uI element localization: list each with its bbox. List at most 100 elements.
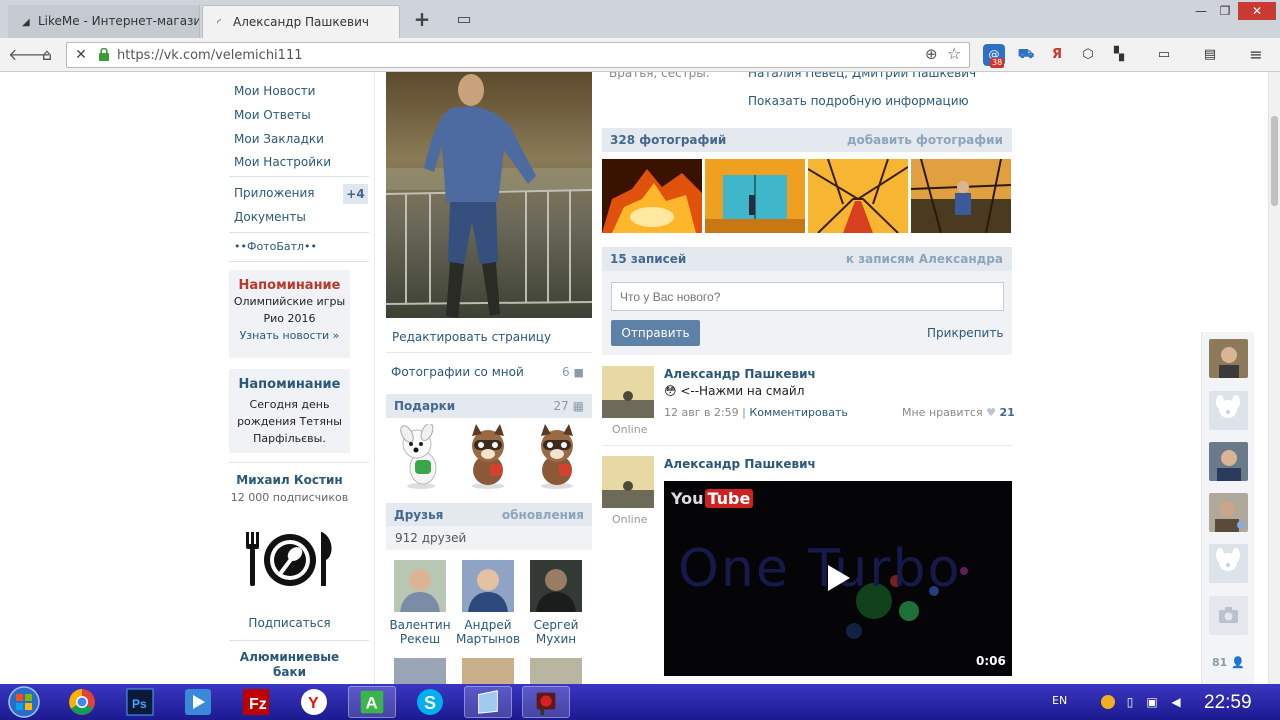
maximize-button[interactable]: ❐ [1214,2,1236,20]
post-input[interactable] [611,282,1004,311]
network-icon[interactable]: ▣ [1145,695,1159,709]
reader-icon[interactable]: ▤ [1199,44,1221,66]
reminder-link[interactable]: Узнать новости » [229,327,350,344]
reminder-text[interactable]: рождения Тетяны [229,413,350,430]
friends-updates-link[interactable]: обновления [502,503,584,527]
camera-avatar-icon[interactable] [1209,596,1248,635]
menu-apps[interactable]: Приложения [234,186,315,200]
system-clock[interactable]: 22:59 [1204,692,1252,714]
public-name[interactable]: Алюминиевые баки [229,650,350,680]
youtube-logo-icon[interactable]: You Tube [671,489,754,508]
video-player[interactable]: You Tube One Turbo 0:06 [664,481,1012,676]
gift-dog-icon[interactable] [393,424,449,492]
app-glass-icon[interactable] [464,686,512,718]
photo-thumbnail[interactable] [808,159,908,233]
online-friend-avatar[interactable] [1209,442,1248,481]
photos-header[interactable]: 328 фотографий добавить фотографии [602,128,1012,152]
home-icon[interactable]: ⌂ [35,43,59,67]
photo-thumbnail[interactable] [602,159,702,233]
tab-overview-icon[interactable]: ▭ [452,8,476,30]
add-photos-link[interactable]: добавить фотографии [847,128,1003,152]
friends-header[interactable]: Друзья обновления [386,503,592,527]
friends-count[interactable]: 912 друзей [386,526,592,550]
posts-header[interactable]: 15 записей к записям Александра [602,247,1012,271]
like-button[interactable]: Мне нравится ♥ 21 [902,406,1015,419]
menu-my-news[interactable]: Мои Новости [234,84,315,98]
close-window-button[interactable]: ✕ [1238,2,1276,20]
media-player-icon[interactable] [174,686,222,718]
games-extension-icon[interactable]: ▚ [1108,44,1130,66]
tab-vk-profile[interactable]: ◜ Александр Пашкевич [202,5,400,38]
menu-my-settings[interactable]: Мои Настройки [234,155,331,169]
post-author-avatar[interactable] [602,366,654,418]
friend-avatar[interactable] [462,658,514,684]
skype-icon[interactable]: S [406,686,454,718]
tray-app-icon[interactable] [1101,695,1115,709]
profile-avatar[interactable] [386,72,592,318]
dog-avatar-icon[interactable] [1209,544,1248,583]
gift-raccoon-icon[interactable] [529,424,585,492]
play-icon[interactable] [824,563,852,593]
zoom-icon[interactable]: ⊕ [925,45,938,63]
dog-avatar-icon[interactable] [1209,391,1248,430]
bandicam-icon[interactable] [522,686,570,718]
subscribe-link[interactable]: Подписаться [229,616,350,630]
comment-link[interactable]: Комментировать [749,406,847,419]
new-tab-button[interactable]: + [410,8,434,30]
friend-avatar[interactable] [394,560,446,612]
page-scrollbar[interactable] [1268,72,1280,684]
photo-thumbnail[interactable] [911,159,1011,233]
photoshop-icon[interactable]: Ps [116,686,164,718]
volume-icon[interactable]: ◀ [1169,695,1183,709]
yandex-extension-icon[interactable]: Я [1046,44,1068,66]
public-name[interactable]: Михаил Костин [229,473,350,487]
keyboard-language[interactable]: EN [1052,694,1067,707]
yandex-browser-icon[interactable]: Y [290,686,338,718]
address-bar[interactable]: ✕ https://vk.com/velemichi111 ⊕ ☆ [66,42,970,68]
friend-avatar[interactable] [394,658,446,684]
filezilla-icon[interactable]: Fz [232,686,280,718]
feedback-icon[interactable]: ▭ [1153,44,1175,66]
tab-likeme[interactable]: ◢ LikeMe - Интернет-магазин Ch [8,5,200,38]
app-a-icon[interactable]: A [348,686,396,718]
send-button[interactable]: Отправить [611,320,700,346]
friend-name[interactable]: Валентин Рекеш [386,618,454,646]
photos-with-me-link[interactable]: Фотографии со мной [391,365,524,379]
photos-with-me-count[interactable]: 6 ■ [562,365,584,379]
apps-count-badge[interactable]: +4 [343,184,368,204]
stop-icon[interactable]: ✕ [71,44,91,66]
online-friend-avatar[interactable] [1209,493,1248,532]
show-more-info-link[interactable]: Показать подробную информацию [748,94,969,108]
edit-page-link[interactable]: Редактировать страницу [386,319,592,353]
food-logo-icon[interactable] [242,530,337,590]
back-icon[interactable]: 🡐 [8,43,51,67]
scrollbar-thumb[interactable] [1271,116,1278,206]
menu-documents[interactable]: Документы [234,210,306,224]
friend-avatar[interactable] [462,560,514,612]
menu-my-answers[interactable]: Мои Ответы [234,108,311,122]
post-author-avatar[interactable] [602,456,654,508]
chrome-icon[interactable] [58,686,106,718]
menu-photobattle[interactable]: ••ФотоБатл•• [234,240,317,253]
tray-document-icon[interactable]: ▯ [1123,695,1137,709]
friend-name[interactable]: Андрей Мартынов [454,618,522,646]
post-date[interactable]: 12 авг в 2:59 [664,406,739,419]
photo-thumbnail[interactable] [705,159,805,233]
url-text[interactable]: https://vk.com/velemichi111 [117,48,303,63]
menu-icon[interactable]: ≡ [1245,44,1267,66]
friend-name[interactable]: Сергей Мухин [522,618,590,646]
to-posts-link[interactable]: к записям Александра [846,247,1003,271]
smile-emoji-icon[interactable]: 😳 [664,384,677,398]
friend-avatar[interactable] [530,658,582,684]
relatives-value[interactable]: Наталия Певец, Дмитрий Пашкевич [748,72,976,80]
friend-avatar[interactable] [530,560,582,612]
attach-link[interactable]: Прикрепить [927,326,1003,340]
gifts-header[interactable]: Подарки 27 ▦ [386,394,592,418]
cube-extension-icon[interactable]: ⬡ [1077,44,1099,66]
gift-raccoon-icon[interactable] [460,424,516,492]
vpn-extension-icon[interactable]: ⛟ [1015,44,1037,66]
post-author-name[interactable]: Александр Пашкевич [664,367,816,381]
minimize-button[interactable]: — [1190,2,1212,20]
windows-start-icon[interactable] [4,685,44,719]
post-author-name[interactable]: Александр Пашкевич [664,457,816,471]
